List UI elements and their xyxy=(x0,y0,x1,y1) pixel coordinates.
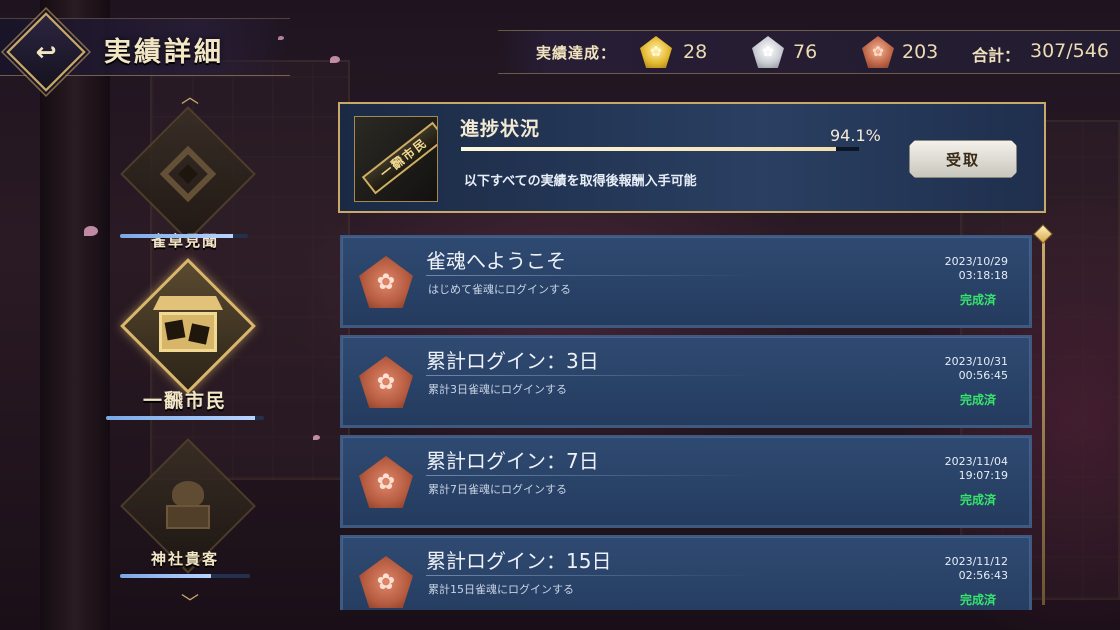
claim-reward-button[interactable]: 受取 xyxy=(909,140,1017,178)
achievement-date: 2023/11/04 19:07:19 xyxy=(918,455,1008,483)
category-progress-bar xyxy=(120,234,248,238)
category-list: ︿ 雀卓見聞 一飜市民 神社貴客 ﹀ xyxy=(100,88,270,618)
chevron-up-icon[interactable]: ︿ xyxy=(178,89,202,107)
bronze-medal-icon: ✿ xyxy=(359,356,413,408)
bronze-medal-icon: ✿ xyxy=(359,456,413,508)
silver-medal-icon: ✿ xyxy=(752,36,784,68)
back-arrow-icon: ↩ xyxy=(35,37,57,67)
status-complete: 完成済 xyxy=(959,293,996,307)
emblem-center xyxy=(178,164,198,184)
reward-plaque-image: 一飜市民 xyxy=(354,116,438,202)
gold-medal-icon: ✿ xyxy=(640,36,672,68)
progress-bar xyxy=(461,147,859,151)
category-progress-bar xyxy=(106,416,264,420)
petal-decoration xyxy=(313,435,320,440)
achievement-stats-bar: 実績達成： ✿ 28 ✿ 76 ✿ 203 合計： 307/546 xyxy=(498,30,1120,74)
achievement-description: はじめて雀魂にログインする xyxy=(428,283,571,296)
time-text: 02:56:43 xyxy=(958,569,1008,582)
scrollbar-track[interactable] xyxy=(1042,240,1045,605)
time-text: 00:56:45 xyxy=(958,369,1008,382)
achievement-row[interactable]: ✿ 累計ログイン：7日 累計7日雀魂にログインする 2023/11/04 19:0… xyxy=(340,435,1032,528)
emblem-cat-head xyxy=(172,481,204,507)
emblem-tile xyxy=(164,319,186,341)
achievement-date: 2023/11/12 02:56:43 xyxy=(918,555,1008,583)
bronze-medal-icon: ✿ xyxy=(359,556,413,608)
time-text: 03:18:18 xyxy=(958,269,1008,282)
achievement-list[interactable]: ✿ 雀魂へようこそ はじめて雀魂にログインする 2023/10/29 03:18:… xyxy=(340,235,1034,610)
progress-title: 進捗状況 xyxy=(460,118,541,140)
category-item-active[interactable]: 一飜市民 xyxy=(100,258,270,418)
chevron-down-icon[interactable]: ﹀ xyxy=(178,595,202,613)
achievement-title: 累計ログイン：15日 xyxy=(426,549,612,573)
total-value: 307/546 xyxy=(1030,40,1109,62)
category-progress-fill xyxy=(120,574,211,578)
achievement-row[interactable]: ✿ 累計ログイン：15日 累計15日雀魂にログインする 2023/11/12 02… xyxy=(340,535,1032,610)
bronze-medal-icon: ✿ xyxy=(359,256,413,308)
category-item[interactable]: 雀卓見聞 xyxy=(100,106,270,250)
achievement-description: 累計7日雀魂にログインする xyxy=(428,483,567,496)
category-progress-fill xyxy=(120,234,233,238)
bronze-count: 203 xyxy=(902,41,939,63)
progress-summary-panel: 一飜市民 進捗状況 94.1% 以下すべての実績を取得後報酬入手可能 受取 xyxy=(338,102,1046,213)
date-text: 2023/11/04 xyxy=(944,455,1008,468)
achievement-date: 2023/10/31 00:56:45 xyxy=(918,355,1008,383)
emblem-shape xyxy=(153,296,223,356)
achievement-row[interactable]: ✿ 雀魂へようこそ はじめて雀魂にログインする 2023/10/29 03:18:… xyxy=(340,235,1032,328)
total-label: 合計： xyxy=(972,46,1021,65)
progress-description: 以下すべての実績を取得後報酬入手可能 xyxy=(464,174,697,189)
achievement-row[interactable]: ✿ 累計ログイン：3日 累計3日雀魂にログインする 2023/10/31 00:5… xyxy=(340,335,1032,428)
status-complete: 完成済 xyxy=(959,493,996,507)
time-text: 19:07:19 xyxy=(958,469,1008,482)
achievement-date: 2023/10/29 03:18:18 xyxy=(918,255,1008,283)
emblem-shape xyxy=(159,145,217,203)
achievement-title: 累計ログイン：3日 xyxy=(426,349,599,373)
achievement-title: 雀魂へようこそ xyxy=(426,249,566,273)
progress-bar-fill xyxy=(461,147,836,151)
reward-plaque-label: 一飜市民 xyxy=(361,121,437,195)
divider xyxy=(426,475,756,476)
category-item[interactable]: 神社貴客 xyxy=(100,438,270,584)
emblem-shape xyxy=(166,481,210,531)
bronze-medal-icon: ✿ xyxy=(862,36,894,68)
page-title: 実績詳細 xyxy=(104,37,224,68)
market-badge-emblem-icon xyxy=(120,258,256,394)
emblem-cat-body xyxy=(166,505,210,529)
emblem-body xyxy=(159,312,217,352)
divider xyxy=(426,575,756,576)
date-text: 2023/10/31 xyxy=(944,355,1008,368)
petal-decoration xyxy=(330,56,340,63)
emblem-roof xyxy=(153,296,223,310)
silver-count: 76 xyxy=(793,41,818,63)
category-name: 神社貴客 xyxy=(150,550,219,568)
category-progress-bar xyxy=(120,574,250,578)
achieved-label: 実績達成： xyxy=(536,44,617,62)
status-complete: 完成済 xyxy=(959,593,996,607)
divider xyxy=(426,375,756,376)
petal-decoration xyxy=(84,226,98,236)
achievement-title: 累計ログイン：7日 xyxy=(426,449,599,473)
date-text: 2023/11/12 xyxy=(944,555,1008,568)
divider xyxy=(426,275,756,276)
achievement-description: 累計3日雀魂にログインする xyxy=(428,383,567,396)
mahjong-table-emblem-icon xyxy=(120,106,256,242)
gold-count: 28 xyxy=(683,41,708,63)
status-complete: 完成済 xyxy=(959,393,996,407)
achievement-description: 累計15日雀魂にログインする xyxy=(428,583,574,596)
progress-percent: 94.1% xyxy=(830,126,881,145)
date-text: 2023/10/29 xyxy=(944,255,1008,268)
category-name: 一飜市民 xyxy=(142,390,227,412)
category-progress-fill xyxy=(106,416,255,420)
emblem-tile xyxy=(188,323,210,345)
